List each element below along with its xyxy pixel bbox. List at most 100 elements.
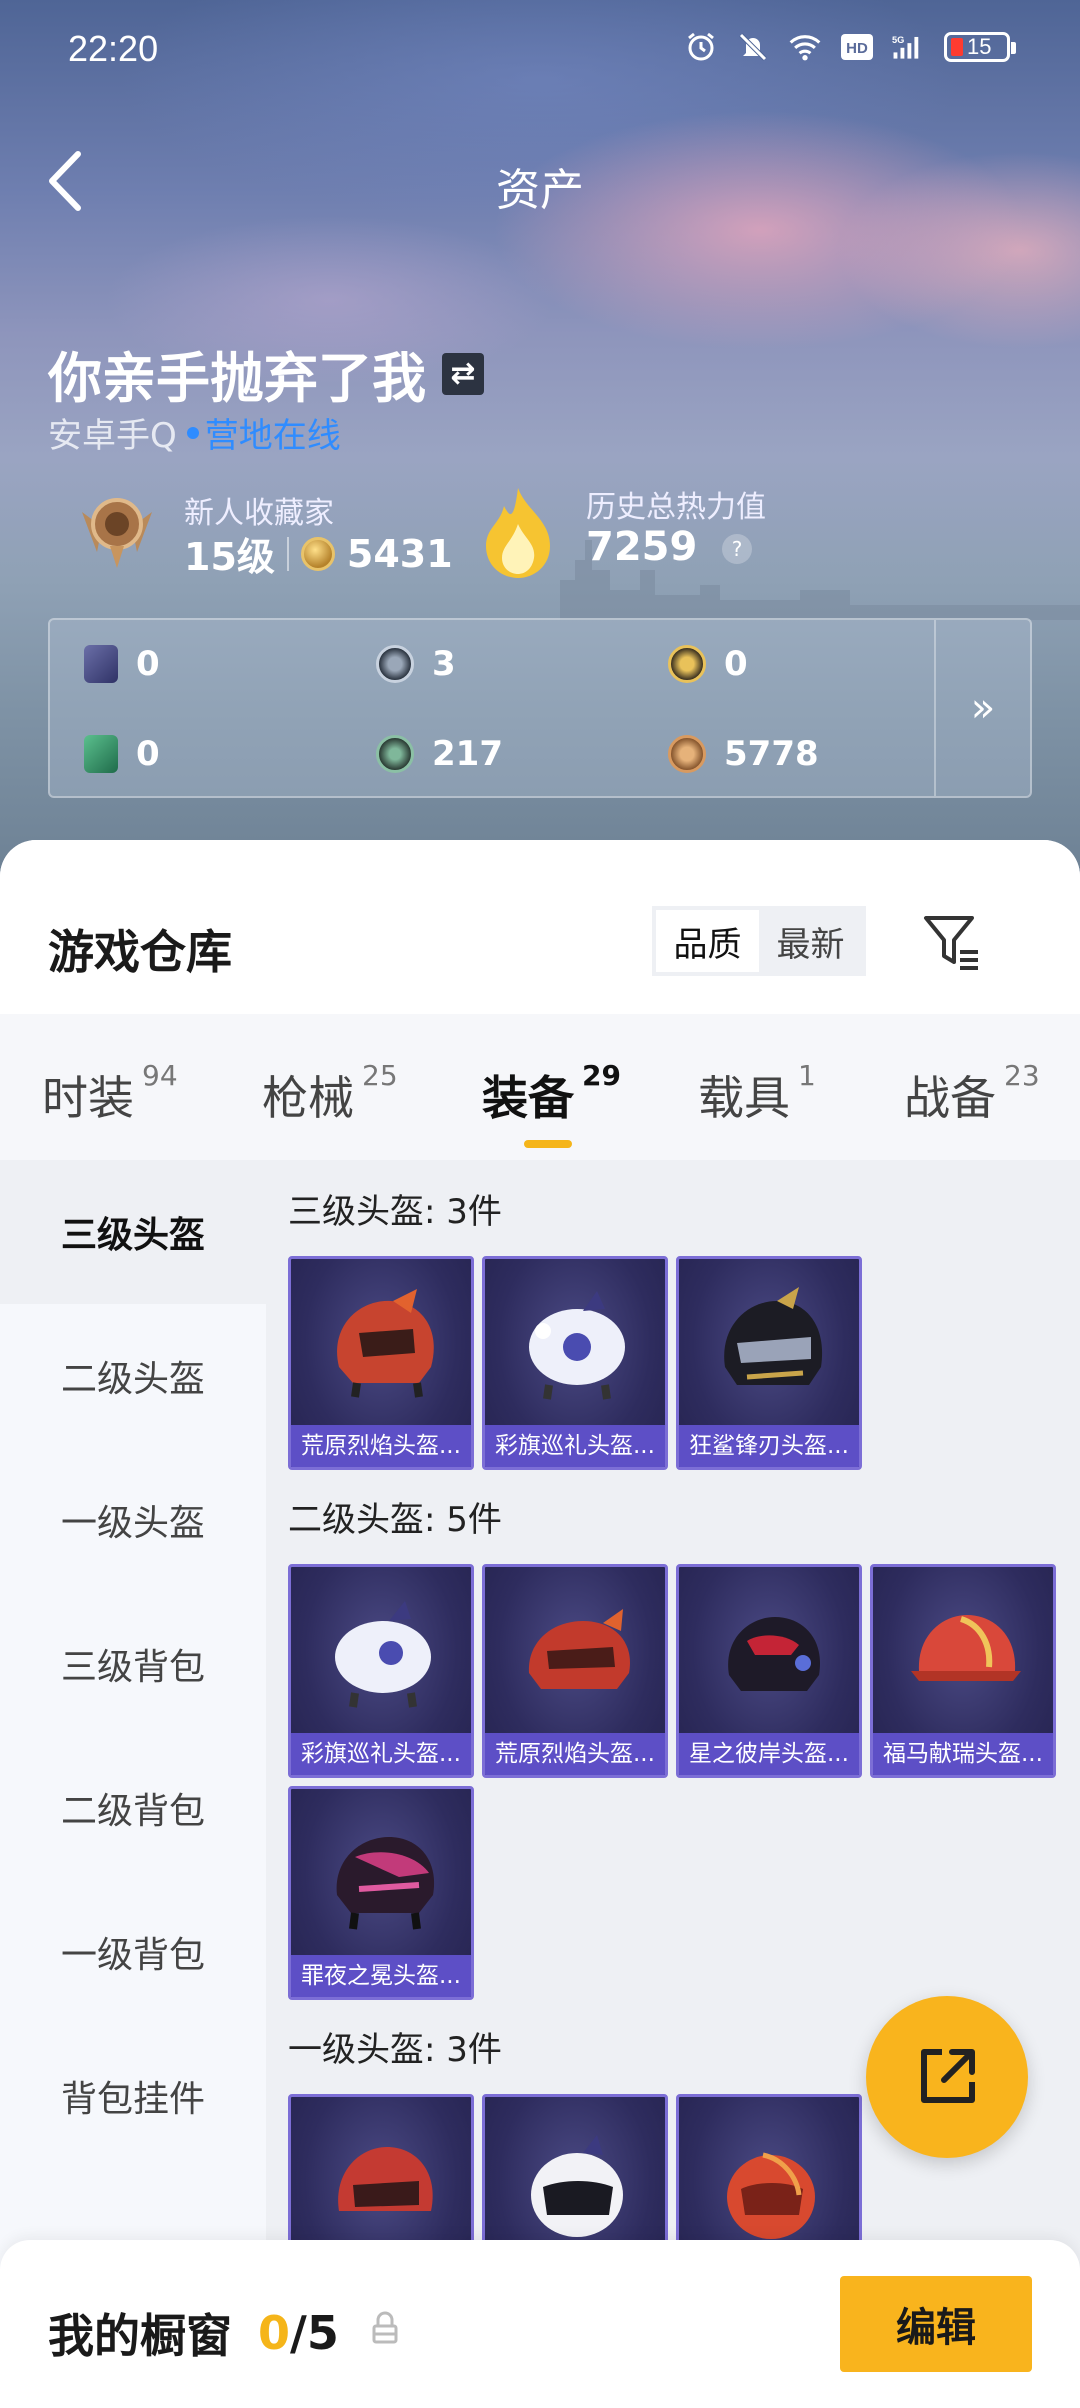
profile-subline: 安卓手Q 营地在线 — [48, 408, 341, 457]
share-button[interactable] — [866, 1996, 1028, 2158]
battery-icon: 15 — [944, 32, 1016, 62]
warehouse-sheet: 游戏仓库 品质 最新 时装 94 枪械 25 装备 29 载具 1 战备 23 三级头盔 … — [0, 840, 1080, 2408]
active-tab-indicator — [524, 1140, 572, 1148]
online-status: 营地在线 — [204, 416, 341, 456]
section-title: 三级头盔: 3件 — [288, 1192, 502, 1232]
item-name: 荒原烈焰头盔... — [291, 1425, 471, 1467]
voucher-purple-icon — [84, 645, 118, 683]
currency-value: 3 — [432, 644, 456, 684]
item-card[interactable]: 罪夜之冕头盔... — [288, 1786, 474, 2000]
sidebar-item-backpack-charm[interactable]: 背包挂件 — [0, 2024, 266, 2168]
currency-item: 0 — [84, 734, 160, 774]
coin-value: 5431 — [346, 531, 453, 576]
heat-value: 7259 — [586, 524, 698, 570]
category-tabs: 时装 94 枪械 25 装备 29 载具 1 战备 23 — [0, 1014, 1080, 1160]
item-card[interactable]: 福马献瑞头盔... — [870, 1564, 1056, 1778]
silver-coin-icon — [376, 645, 414, 683]
currency-item: 3 — [376, 644, 456, 684]
helmet-icon — [911, 1615, 1021, 1681]
green-coin-icon — [376, 735, 414, 773]
switch-account-icon[interactable]: ⇄ — [442, 352, 484, 395]
item-name: 狂鲨锋刃头盔... — [679, 1425, 859, 1467]
lock-icon — [372, 2311, 398, 2344]
subcategory-sidebar: 三级头盔 二级头盔 一级头盔 三级背包 二级背包 一级背包 背包挂件 — [0, 1160, 266, 2408]
helmet-icon — [727, 2152, 815, 2239]
item-card[interactable]: 彩旗巡礼头盔... — [482, 1256, 668, 1470]
showcase-bar: 我的橱窗 0/5 编辑 — [0, 2240, 1080, 2408]
showcase-title-row: 我的橱窗 0/5 — [48, 2300, 339, 2366]
mute-icon — [736, 30, 770, 64]
profile-name: 你亲手抛弃了我 — [48, 347, 426, 410]
alarm-icon — [684, 30, 718, 64]
helmet-icon — [335, 1601, 431, 1708]
voucher-green-icon — [84, 735, 118, 773]
sidebar-item-level2-helmet[interactable]: 二级头盔 — [0, 1304, 266, 1448]
helmet-icon — [531, 2135, 623, 2237]
item-name: 罪夜之冕头盔... — [291, 1955, 471, 1997]
level-value: 15级 — [184, 535, 275, 579]
coin-icon — [300, 536, 335, 571]
signal-5g-icon: 5G — [892, 30, 926, 64]
sidebar-item-level1-helmet[interactable]: 一级头盔 — [0, 1448, 266, 1592]
profile-name-row: 你亲手抛弃了我 ⇄ — [48, 334, 484, 413]
help-icon[interactable]: ? — [722, 534, 752, 564]
svg-text:HD: HD — [846, 40, 868, 57]
item-card[interactable]: 狂鲨锋刃头盔... — [676, 1256, 862, 1470]
item-card[interactable]: 彩旗巡礼头盔... — [288, 1564, 474, 1778]
item-grid: 三级头盔: 3件 荒原烈焰头盔... 彩旗巡礼头盔... 狂鲨锋刃头盔... 二… — [266, 1160, 1080, 2408]
status-bar: 22:20 HD 5G 15 — [0, 26, 1080, 76]
flame-icon — [486, 488, 550, 578]
currency-item: 5778 — [668, 734, 819, 774]
sidebar-item-level3-helmet[interactable]: 三级头盔 — [0, 1160, 266, 1304]
helmet-icon — [338, 2147, 433, 2211]
currency-value: 0 — [136, 734, 160, 774]
sidebar-item-level1-backpack[interactable]: 一级背包 — [0, 1880, 266, 2024]
currency-more-button[interactable]: » — [934, 620, 1030, 796]
section-title: 二级头盔: 5件 — [288, 1500, 502, 1540]
rank-stats: 15级 5431 — [184, 526, 453, 581]
online-dot — [186, 426, 199, 439]
sort-newest-button[interactable]: 最新 — [759, 910, 862, 972]
currency-value: 5778 — [724, 734, 819, 774]
showcase-count: 0/5 — [258, 2306, 339, 2360]
currency-item: 217 — [376, 734, 503, 774]
tab-supplies[interactable]: 战备 23 — [904, 1062, 1040, 1128]
item-card[interactable]: 星之彼岸头盔... — [676, 1564, 862, 1778]
sidebar-item-level3-backpack[interactable]: 三级背包 — [0, 1592, 266, 1736]
helmet-icon — [528, 1609, 630, 1689]
gold-coin-icon — [668, 645, 706, 683]
edit-button[interactable]: 编辑 — [840, 2276, 1032, 2372]
helmet-icon — [724, 1287, 823, 1385]
tab-equipment[interactable]: 装备 29 — [482, 1062, 621, 1128]
heat-label: 历史总热力值 — [586, 490, 766, 525]
sort-quality-button[interactable]: 品质 — [656, 910, 759, 972]
section-title: 一级头盔: 3件 — [288, 2030, 502, 2070]
share-external-icon — [921, 2049, 975, 2103]
warehouse-header: 游戏仓库 品质 最新 — [0, 840, 1080, 1014]
helmet-icon — [728, 1617, 820, 1691]
tab-guns[interactable]: 枪械 25 — [262, 1062, 398, 1128]
tab-vehicles[interactable]: 载具 1 — [698, 1062, 816, 1128]
platform-label: 安卓手Q — [48, 416, 177, 456]
bronze-coin-icon — [668, 735, 706, 773]
currency-value: 0 — [724, 644, 748, 684]
helmet-icon — [336, 1837, 435, 1930]
rank-badge-icon — [82, 498, 152, 568]
tab-fashion[interactable]: 时装 94 — [42, 1062, 178, 1128]
currency-panel[interactable]: 0 3 0 0 217 5778 » — [48, 618, 1032, 798]
item-name: 星之彼岸头盔... — [679, 1733, 859, 1775]
currency-value: 217 — [432, 734, 503, 774]
item-name: 彩旗巡礼头盔... — [291, 1733, 471, 1775]
item-card[interactable]: 荒原烈焰头盔... — [482, 1564, 668, 1778]
svg-text:5G: 5G — [892, 35, 904, 45]
filter-icon[interactable] — [920, 910, 982, 972]
helmet-icon — [529, 1291, 625, 1400]
currency-item: 0 — [668, 644, 748, 684]
item-name: 福马献瑞头盔... — [873, 1733, 1053, 1775]
hd-icon: HD — [840, 30, 874, 64]
item-name: 彩旗巡礼头盔... — [485, 1425, 665, 1467]
item-card[interactable]: 荒原烈焰头盔... — [288, 1256, 474, 1470]
battery-level: 15 — [967, 34, 992, 59]
item-name: 荒原烈焰头盔... — [485, 1733, 665, 1775]
sidebar-item-level2-backpack[interactable]: 二级背包 — [0, 1736, 266, 1880]
